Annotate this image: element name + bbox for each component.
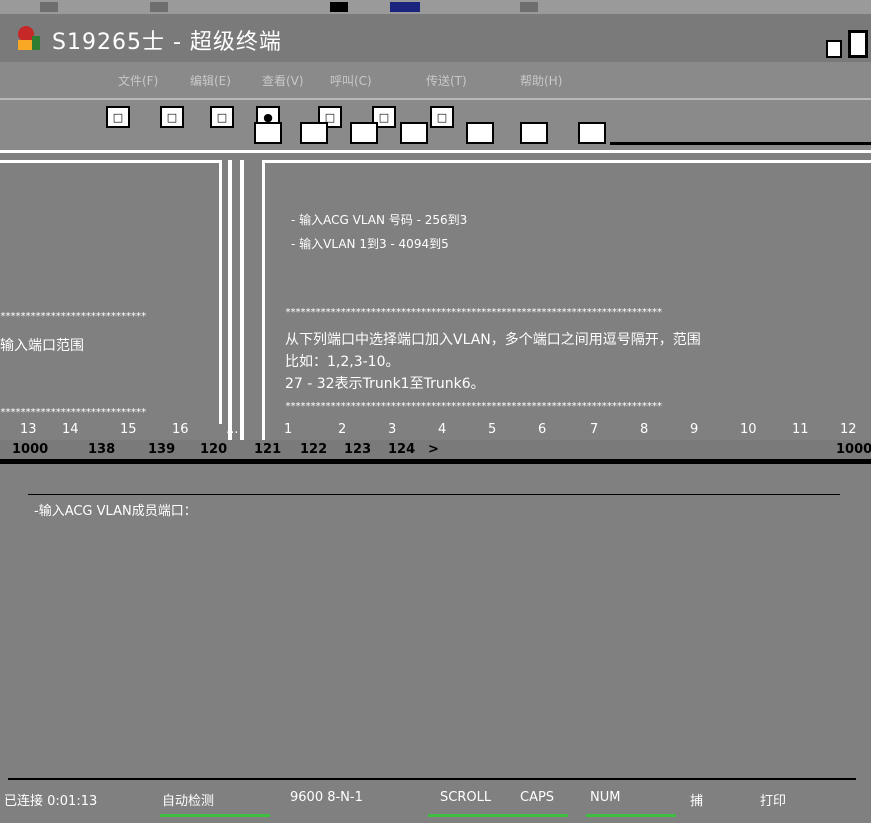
- menu-help[interactable]: 帮助(H): [520, 72, 562, 89]
- strip-mark: [150, 2, 168, 12]
- port-item[interactable]: 5: [488, 422, 496, 437]
- instruction-line: 27 - 32表示Trunk1至Trunk6。: [285, 376, 485, 392]
- instruction-line: 从下列端口中选择端口加入VLAN，多个端口之间用逗号隔开，范围: [285, 332, 701, 348]
- port-item[interactable]: 10: [740, 422, 757, 437]
- port-item[interactable]: 2: [338, 422, 346, 437]
- top-strip: [0, 0, 871, 14]
- port-item[interactable]: 12: [840, 422, 857, 437]
- pane-divider[interactable]: [228, 160, 232, 460]
- port-list: 13 14 15 16 ... 1 2 3 4 5 6 7 8 9 10 11 …: [0, 420, 871, 440]
- vlan-item[interactable]: 124: [388, 442, 415, 457]
- vlan-item[interactable]: 1000: [12, 442, 48, 457]
- toolbar-btn-a[interactable]: [254, 122, 282, 144]
- status-autodetect: 自动检测: [162, 794, 215, 809]
- port-item[interactable]: 11: [792, 422, 809, 437]
- port-item[interactable]: 9: [690, 422, 698, 437]
- status-bar: 已连接 0:01:13 自动检测 9600 8-N-1 SCROLL CAPS …: [0, 790, 871, 823]
- toolbar-btn-b[interactable]: [300, 122, 328, 144]
- menu-view[interactable]: 查看(V): [262, 72, 304, 89]
- status-num: NUM: [590, 790, 621, 805]
- stars-divider: ****************************************…: [285, 401, 663, 412]
- strip-mark: [520, 2, 538, 12]
- hyperterminal-icon[interactable]: [14, 24, 42, 54]
- status-rule: [8, 778, 856, 780]
- prompt-rule: [28, 494, 840, 495]
- toolbar-btn-f[interactable]: [520, 122, 548, 144]
- port-item[interactable]: 16: [172, 422, 189, 437]
- status-capture: 捕: [690, 794, 704, 809]
- vlan-list: 1000 138 139 120 121 122 123 124 > 1000: [0, 440, 871, 464]
- menu-bar: 文件(F) 编辑(E) 查看(V) 呼叫(C) 传送(T) 帮助(H): [0, 62, 871, 98]
- port-item[interactable]: 3: [388, 422, 396, 437]
- toolbar-btn-d[interactable]: [400, 122, 428, 144]
- stars-divider: ****************************************…: [285, 307, 663, 318]
- vlan-item[interactable]: 122: [300, 442, 327, 457]
- status-settings: 9600 8-N-1: [290, 790, 363, 805]
- toolbar-btn-g[interactable]: [578, 122, 606, 144]
- status-connected: 已连接 0:01:13: [4, 794, 98, 809]
- port-range-heading: 输入端口范围: [0, 338, 84, 354]
- port-item[interactable]: 15: [120, 422, 137, 437]
- vlan-more[interactable]: >: [428, 442, 439, 457]
- status-separator: [160, 814, 270, 817]
- menu-transfer[interactable]: 传送(T): [426, 72, 467, 89]
- port-item[interactable]: 6: [538, 422, 546, 437]
- connect-icon: □: [216, 110, 228, 124]
- strip-mark: [40, 2, 58, 12]
- vlan-item[interactable]: 138: [88, 442, 115, 457]
- new-connection-button[interactable]: □: [106, 106, 130, 128]
- strip-mark: [330, 2, 348, 12]
- stars-divider: *****************************: [0, 311, 147, 322]
- status-print: 打印: [760, 794, 787, 809]
- port-item[interactable]: 1: [284, 422, 292, 437]
- status-separator: [428, 814, 568, 817]
- strip-mark: [390, 2, 420, 12]
- port-item[interactable]: 14: [62, 422, 79, 437]
- terminal-pane-right: - 输入ACG VLAN 号码 - 256到3 - 输入VLAN 1到3 - 4…: [262, 160, 871, 450]
- properties-icon: □: [436, 110, 448, 124]
- toolbar-btn-c[interactable]: [350, 122, 378, 144]
- status-separator: [586, 814, 676, 817]
- open-icon: □: [166, 110, 178, 124]
- maximize-button[interactable]: [848, 30, 868, 58]
- terminal-top-edge: [0, 150, 871, 153]
- stars-divider: *****************************: [0, 407, 147, 418]
- port-item[interactable]: ...: [226, 422, 238, 437]
- toolbar-rule: [610, 142, 871, 145]
- status-caps: CAPS: [520, 790, 555, 805]
- hint-line: - 输入VLAN 1到3 - 4094到5: [291, 237, 449, 251]
- hint-line: - 输入ACG VLAN 号码 - 256到3: [291, 213, 468, 227]
- window-title: S19265士 - 超级终端: [52, 30, 282, 55]
- vlan-item[interactable]: 121: [254, 442, 281, 457]
- port-item[interactable]: 13: [20, 422, 37, 437]
- menu-file[interactable]: 文件(F): [118, 72, 158, 89]
- port-item[interactable]: 7: [590, 422, 598, 437]
- port-item[interactable]: 8: [640, 422, 648, 437]
- menu-edit[interactable]: 编辑(E): [190, 72, 231, 89]
- connect-button[interactable]: □: [210, 106, 234, 128]
- open-button[interactable]: □: [160, 106, 184, 128]
- instruction-line: 比如：1,2,3-10。: [285, 354, 400, 370]
- vlan-item[interactable]: 139: [148, 442, 175, 457]
- vlan-item[interactable]: 123: [344, 442, 371, 457]
- menu-call[interactable]: 呼叫(C): [330, 72, 372, 89]
- input-prompt[interactable]: -输入ACG VLAN成员端口：: [34, 500, 197, 519]
- properties-button[interactable]: □: [430, 106, 454, 128]
- new-icon: □: [112, 110, 124, 124]
- vlan-item[interactable]: 1000: [836, 442, 871, 457]
- port-item[interactable]: 4: [438, 422, 446, 437]
- toolbar-btn-e[interactable]: [466, 122, 494, 144]
- vlan-item[interactable]: 120: [200, 442, 227, 457]
- status-scroll: SCROLL: [440, 790, 492, 805]
- minimize-button[interactable]: [826, 40, 842, 58]
- pane-divider[interactable]: [240, 160, 244, 460]
- receive-icon: □: [378, 110, 390, 124]
- terminal-pane-left: ***************************** 输入端口范围 ***…: [0, 160, 222, 424]
